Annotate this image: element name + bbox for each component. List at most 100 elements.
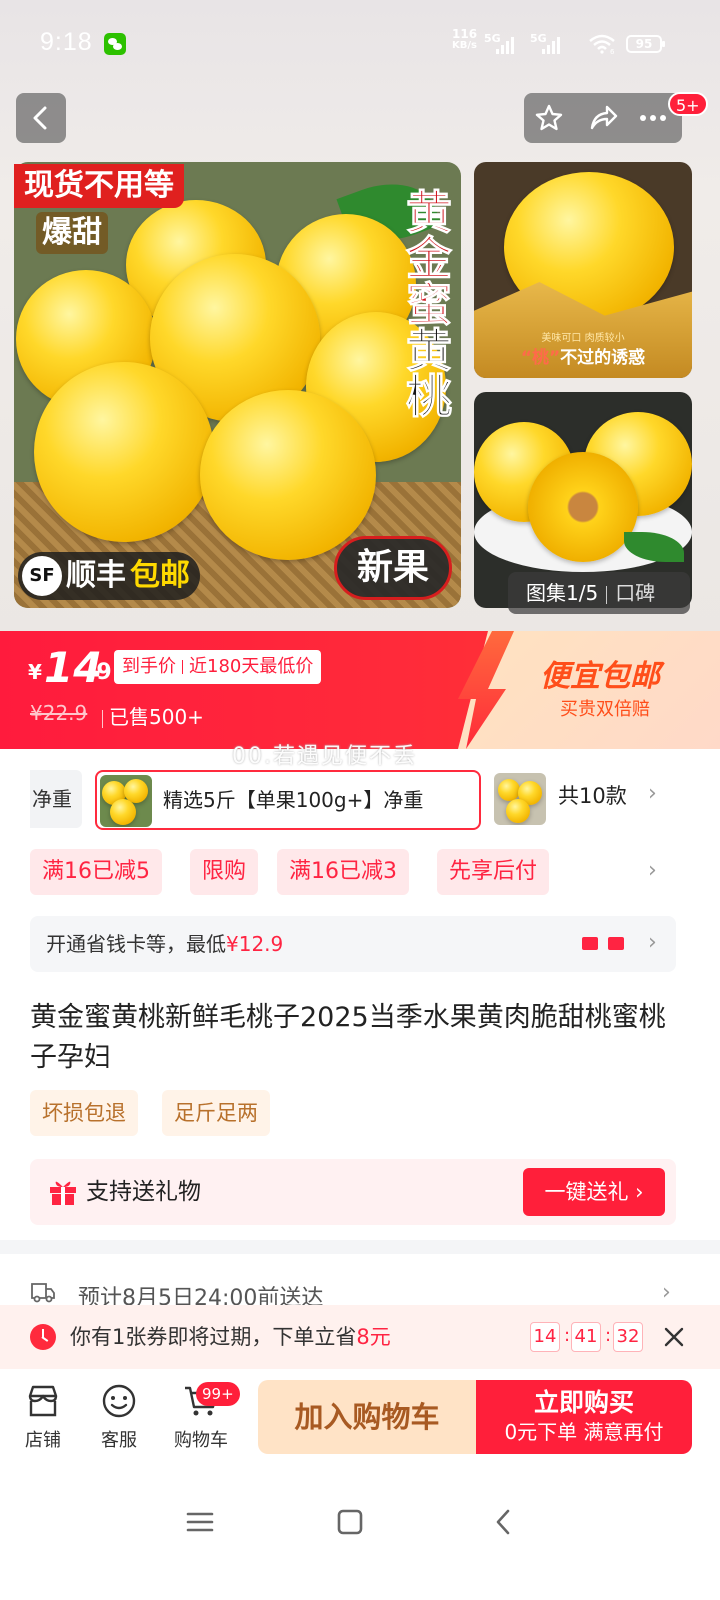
more-icon[interactable] <box>638 103 668 133</box>
thumbnail-small-text: 美味可口 肉质较小 <box>541 333 625 344</box>
system-navigation-bar <box>0 1474 720 1600</box>
sku-selected-label: 精选5斤【单果100g+】净重 <box>163 788 424 812</box>
gallery-thumbnail-1[interactable]: 美味可口 肉质较小 “桃”不过的诱惑 <box>474 162 692 378</box>
network-speed-value: 116 <box>452 27 478 41</box>
chevron-right-icon: › <box>648 930 657 955</box>
thumbnail-caption: “桃”不过的诱惑 <box>474 343 692 368</box>
share-icon[interactable] <box>588 103 618 133</box>
chevron-right-icon[interactable]: › <box>648 781 657 806</box>
promo-subtitle: 买贵双倍赔 <box>560 699 650 720</box>
price-banner: 便宜包邮 买贵双倍赔 <box>0 631 720 749</box>
sf-shipping-badge: SF 顺丰 包邮 <box>18 552 200 600</box>
wifi-icon: 6 <box>589 34 615 54</box>
vertical-title-red: 黄金蜜 <box>399 188 454 327</box>
promo-tag[interactable]: 限购 <box>190 849 259 895</box>
countdown-seconds: 32 <box>613 1322 643 1352</box>
section-divider <box>0 1240 720 1254</box>
promo-title: 便宜包邮 <box>540 659 660 694</box>
nav-store-label: 店铺 <box>25 1430 61 1451</box>
feature-tag: 坏损包退 <box>30 1090 138 1136</box>
header-actions <box>524 93 682 143</box>
back-icon[interactable] <box>490 1508 518 1536</box>
signal-icon-1: 5G <box>484 32 514 54</box>
nav-cart-label: 购物车 <box>174 1430 228 1451</box>
image-vertical-title: 黄金蜜 黄桃 <box>398 188 456 419</box>
sold-count-text: 已售500+ <box>109 705 204 729</box>
promo-tag[interactable]: 满16已减5 <box>30 849 162 895</box>
delivery-chevron-icon[interactable]: › <box>662 1280 671 1305</box>
coupon-icon <box>582 937 598 950</box>
sold-count: 已售500+ <box>100 701 204 730</box>
sweet-tag: 爆甜 <box>36 212 108 254</box>
coupon-amount: 8元 <box>356 1325 391 1349</box>
battery-indicator: 95 <box>626 35 665 53</box>
gift-bar: 支持送礼物 一键送礼 › <box>30 1159 676 1225</box>
buy-now-button[interactable]: 立即购买 0元下单 满意再付 <box>476 1380 692 1454</box>
sku-option-next[interactable] <box>494 773 546 825</box>
clock-icon <box>30 1324 56 1350</box>
nav-store[interactable]: 店铺 <box>8 1382 78 1452</box>
sku-option-previous[interactable]: 净重 <box>30 770 82 828</box>
thumbnail-caption-text: 不过的诱惑 <box>560 348 646 368</box>
send-gift-button[interactable]: 一键送礼 › <box>523 1168 665 1216</box>
vertical-title-black: 黄桃 <box>399 326 454 419</box>
home-icon[interactable] <box>336 1508 364 1536</box>
savings-card-price: ¥12.9 <box>226 932 284 956</box>
wechat-icon <box>104 33 126 55</box>
nav-service[interactable]: 客服 <box>84 1382 154 1452</box>
customer-service-icon <box>102 1384 136 1418</box>
in-stock-tag: 现货不用等 <box>14 164 184 208</box>
message-badge: 5+ <box>668 92 708 116</box>
cart-badge: 99+ <box>196 1382 240 1406</box>
network-speed: 116 KB/s <box>452 28 477 52</box>
nav-service-label: 客服 <box>101 1430 137 1451</box>
gift-text: 支持送礼物 <box>86 1179 201 1205</box>
price-decimal: .9 <box>88 660 112 685</box>
buy-now-sublabel: 0元下单 满意再付 <box>504 1420 664 1444</box>
wifi-sub-label: 6 <box>610 48 615 54</box>
sku-count: 共10款 <box>558 784 627 808</box>
gallery-reviews-label: 口碑 <box>615 581 656 605</box>
network-speed-unit: KB/s <box>452 40 478 51</box>
promo-tag[interactable]: 先享后付 <box>437 849 550 895</box>
savings-card-label: 开通省钱卡等，最低 <box>46 932 226 956</box>
back-button[interactable] <box>16 93 66 143</box>
sku-option-selected[interactable]: 精选5斤【单果100g+】净重 <box>95 770 481 830</box>
final-price-label: 到手价 <box>122 656 176 677</box>
promos-chevron-icon[interactable]: › <box>648 858 657 883</box>
lowest-price-label: 近180天最低价 <box>189 656 314 677</box>
sku-thumbnail <box>100 775 152 827</box>
gallery-counter[interactable]: 图集1/5 口碑 <box>508 572 690 614</box>
coupon-message: 你有1张券即将过期，下单立省 <box>70 1325 357 1349</box>
status-time: 9:18 <box>40 28 93 56</box>
gallery-counter-label: 图集1/5 <box>526 581 599 605</box>
truck-icon <box>31 1283 55 1303</box>
add-to-cart-button[interactable]: 加入购物车 <box>258 1380 476 1454</box>
promo-tag[interactable]: 满16已减3 <box>277 849 409 895</box>
close-icon[interactable] <box>660 1323 688 1351</box>
sf-text: 顺丰 <box>66 558 126 593</box>
thumbnail-caption-highlight: “桃” <box>520 348 561 368</box>
favorite-star-icon[interactable] <box>534 103 564 133</box>
coupon-expiry-bar[interactable]: 你有1张券即将过期，下单立省8元 14 : 41 : 32 <box>0 1305 720 1369</box>
signal-icon-2: 5G <box>530 32 560 54</box>
coupon-text: 你有1张券即将过期，下单立省8元 <box>70 1305 391 1369</box>
gift-icon <box>50 1181 76 1205</box>
menu-icon[interactable] <box>186 1508 214 1536</box>
feature-tag: 足斤足两 <box>162 1090 270 1136</box>
savings-card-text: 开通省钱卡等，最低¥12.9 <box>46 916 283 972</box>
store-icon <box>28 1385 58 1417</box>
sku-selector[interactable]: 净重 精选5斤【单果100g+】净重 共10款 › <box>0 765 720 835</box>
countdown-hours: 14 <box>530 1322 560 1352</box>
countdown-minutes: 41 <box>571 1322 601 1352</box>
sf-free-shipping: 包邮 <box>130 558 190 593</box>
product-title: 黄金蜜黄桃新鲜毛桃子2025当季水果黄肉脆甜桃蜜桃子孕妇 <box>30 1002 666 1073</box>
buy-now-label: 立即购买 <box>533 1388 634 1417</box>
card-icon <box>608 937 624 950</box>
final-price-tag: 到手价 近180天最低价 <box>114 650 322 684</box>
new-fruit-badge: 新果 <box>334 536 452 600</box>
price-currency: ¥ <box>28 660 42 684</box>
original-price: ¥22.9 <box>30 701 88 725</box>
savings-card-bar[interactable]: 开通省钱卡等，最低¥12.9 › <box>30 916 676 972</box>
sf-logo-icon: SF <box>22 556 62 596</box>
